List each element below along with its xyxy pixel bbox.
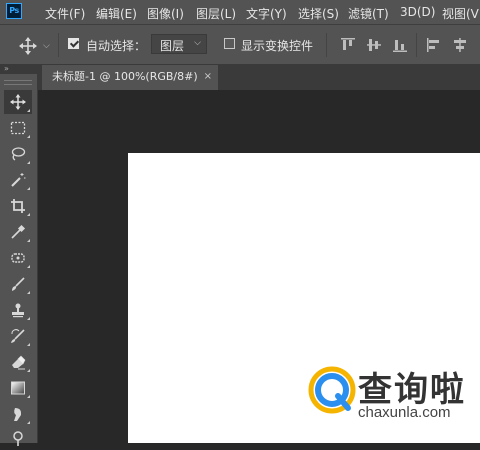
toolbar-grip[interactable] [4, 80, 32, 85]
close-icon[interactable]: × [204, 65, 212, 89]
tool-group-indicator [27, 395, 30, 398]
tool-group-indicator [27, 213, 30, 216]
show-transform-checkbox[interactable] [224, 38, 235, 49]
document-tab-bar: 未标题-1 @ 100%(RGB/8#) × [38, 64, 480, 90]
tool-lasso[interactable] [4, 142, 32, 166]
tool-group-indicator [27, 135, 30, 138]
menu-type[interactable]: 文字(Y) [246, 5, 287, 22]
document-tab[interactable]: 未标题-1 @ 100%(RGB/8#) × [42, 65, 218, 90]
crop-icon [11, 199, 25, 213]
tool-brush[interactable] [4, 272, 32, 296]
menu-3d[interactable]: 3D(D) [400, 5, 435, 19]
history-brush-icon [11, 329, 25, 343]
gradient-icon [11, 381, 25, 395]
tool-group-indicator [27, 109, 30, 112]
auto-select-checkbox[interactable] [68, 38, 79, 49]
tool-eyedropper[interactable] [4, 220, 32, 244]
smudge-icon [14, 408, 21, 421]
tool-smudge[interactable] [4, 402, 32, 426]
rect-marquee-icon [10, 121, 26, 135]
document-tab-title: 未标题-1 @ 100%(RGB/8#) [52, 70, 198, 83]
menu-filter[interactable]: 滤镜(T) [348, 5, 389, 22]
menu-view[interactable]: 视图(V [442, 5, 479, 22]
watermark-logo-icon [308, 366, 356, 414]
tool-group-indicator [27, 239, 30, 242]
menu-image[interactable]: 图像(I) [147, 5, 184, 22]
show-transform-label: 显示变换控件 [241, 39, 314, 53]
chevron-down-icon: ⌵ [194, 38, 201, 48]
dodge-icon [13, 431, 23, 446]
eyedropper-icon [11, 224, 26, 239]
align-top-icon[interactable] [340, 37, 356, 53]
menu-select[interactable]: 选择(S) [298, 5, 339, 22]
tool-rect-marquee[interactable] [4, 116, 32, 140]
magic-wand-icon [11, 173, 26, 187]
tool-move[interactable] [4, 90, 32, 114]
menu-edit[interactable]: 编辑(E) [96, 5, 137, 22]
clone-stamp-icon [12, 303, 24, 318]
move-tool-icon[interactable] [19, 37, 37, 55]
lasso-icon [11, 147, 26, 161]
tool-crop[interactable] [4, 194, 32, 218]
menu-bar: Ps 文件(F) 编辑(E) 图像(I) 图层(L) 文字(Y) 选择(S) 滤… [0, 0, 480, 24]
align-left-icon[interactable] [426, 37, 442, 53]
menu-layer[interactable]: 图层(L) [196, 5, 236, 22]
auto-select-label: 自动选择： [86, 39, 147, 53]
tool-history-brush[interactable] [4, 324, 32, 348]
tool-group-indicator [27, 369, 30, 372]
divider [326, 33, 327, 57]
tool-spot-healing[interactable] [4, 246, 32, 270]
auto-select-dropdown[interactable]: 图层 ⌵ [151, 34, 207, 54]
options-bar: ⌵ 自动选择： 图层 ⌵ 显示变换控件 [0, 24, 480, 65]
panel-collapse-toggle[interactable]: » [0, 64, 38, 74]
tool-group-indicator [27, 421, 30, 424]
tool-magic-wand[interactable] [4, 168, 32, 192]
watermark-text-en: chaxunla.com [358, 404, 451, 421]
align-vertical-center-icon[interactable] [366, 37, 382, 53]
auto-select-value: 图层 [160, 39, 185, 53]
spot-healing-icon [11, 253, 25, 263]
eraser-icon [12, 355, 26, 370]
brush-icon [12, 277, 25, 291]
tool-eraser[interactable] [4, 350, 32, 374]
chevron-down-icon[interactable]: ⌵ [43, 41, 50, 51]
divider [416, 33, 417, 57]
menu-file[interactable]: 文件(F) [45, 5, 85, 22]
tool-group-indicator [27, 343, 30, 346]
tools-panel [0, 74, 38, 446]
divider [58, 33, 59, 57]
tool-group-indicator [27, 265, 30, 268]
photoshop-logo: Ps [6, 3, 22, 19]
tool-group-indicator [27, 187, 30, 190]
tool-group-indicator [27, 317, 30, 320]
align-horizontal-center-icon[interactable] [452, 37, 468, 53]
move-icon [10, 94, 26, 110]
tool-dodge[interactable] [4, 426, 32, 450]
tool-group-indicator [27, 161, 30, 164]
tool-clone-stamp[interactable] [4, 298, 32, 322]
watermark: 查询啦 chaxunla.com [308, 362, 480, 424]
align-bottom-icon[interactable] [392, 37, 408, 53]
tool-group-indicator [27, 291, 30, 294]
tool-gradient[interactable] [4, 376, 32, 400]
